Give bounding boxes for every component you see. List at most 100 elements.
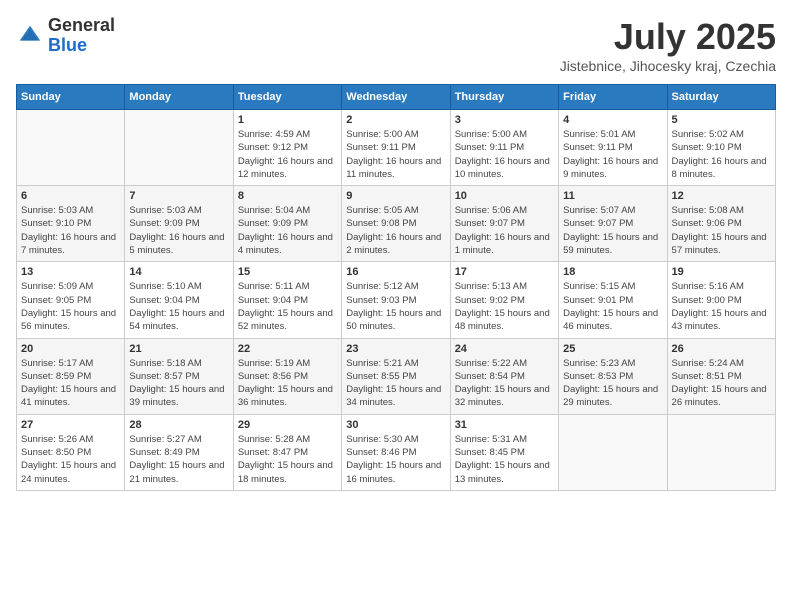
day-number: 19 — [672, 266, 771, 278]
day-number: 24 — [455, 343, 554, 355]
day-number: 3 — [455, 114, 554, 126]
day-info: Sunrise: 5:28 AM Sunset: 8:47 PM Dayligh… — [238, 433, 337, 486]
logo-general-text: General — [48, 16, 115, 36]
calendar-day-cell: 11 Sunrise: 5:07 AM Sunset: 9:07 PM Dayli… — [559, 186, 667, 262]
day-number: 13 — [21, 266, 120, 278]
calendar-day-cell: 3 Sunrise: 5:00 AM Sunset: 9:11 PM Daylig… — [450, 110, 558, 186]
calendar-day-cell: 23Sunrise: 5:21 AM Sunset: 8:55 PM Dayli… — [342, 338, 450, 414]
logo: General Blue — [16, 16, 115, 56]
calendar-day-cell: 4Sunrise: 5:01 AM Sunset: 9:11 PM Daylig… — [559, 110, 667, 186]
day-number: 6 — [21, 190, 120, 202]
calendar-day-cell: 15 Sunrise: 5:11 AM Sunset: 9:04 PM Dayli… — [233, 262, 341, 338]
location-subtitle: Jistebnice, Jihocesky kraj, Czechia — [560, 58, 776, 74]
calendar-day-cell: 1 Sunrise: 4:59 AM Sunset: 9:12 PM Daylig… — [233, 110, 341, 186]
day-number: 28 — [129, 419, 228, 431]
day-number: 11 — [563, 190, 662, 202]
day-info: Sunrise: 5:13 AM Sunset: 9:02 PM Dayligh… — [455, 280, 554, 333]
calendar-day-cell: 16 Sunrise: 5:12 AM Sunset: 9:03 PM Dayli… — [342, 262, 450, 338]
calendar-week-row: 13 Sunrise: 5:09 AM Sunset: 9:05 PM Dayli… — [17, 262, 776, 338]
day-info: Sunrise: 5:06 AM Sunset: 9:07 PM Dayligh… — [455, 204, 554, 257]
calendar-week-row: 20 Sunrise: 5:17 AM Sunset: 8:59 PM Dayli… — [17, 338, 776, 414]
day-info: Sunrise: 5:11 AM Sunset: 9:04 PM Dayligh… — [238, 280, 337, 333]
calendar-day-cell: 7 Sunrise: 5:03 AM Sunset: 9:09 PM Daylig… — [125, 186, 233, 262]
calendar-day-cell: 19 Sunrise: 5:16 AM Sunset: 9:00 PM Dayli… — [667, 262, 775, 338]
day-info: Sunrise: 5:30 AM Sunset: 8:46 PM Dayligh… — [346, 433, 445, 486]
day-info: Sunrise: 5:31 AM Sunset: 8:45 PM Dayligh… — [455, 433, 554, 486]
day-info: Sunrise: 5:00 AM Sunset: 9:11 PM Dayligh… — [455, 128, 554, 181]
day-number: 14 — [129, 266, 228, 278]
month-year-title: July 2025 — [560, 16, 776, 58]
day-number: 23 — [346, 343, 445, 355]
calendar-day-cell: 5Sunrise: 5:02 AM Sunset: 9:10 PM Daylig… — [667, 110, 775, 186]
logo-blue-text: Blue — [48, 36, 115, 56]
calendar-day-cell: 6Sunrise: 5:03 AM Sunset: 9:10 PM Daylig… — [17, 186, 125, 262]
day-number: 2 — [346, 114, 445, 126]
day-number: 29 — [238, 419, 337, 431]
day-info: Sunrise: 5:01 AM Sunset: 9:11 PM Dayligh… — [563, 128, 662, 181]
day-number: 18 — [563, 266, 662, 278]
day-number: 1 — [238, 114, 337, 126]
calendar-day-cell: 28 Sunrise: 5:27 AM Sunset: 8:49 PM Dayli… — [125, 414, 233, 490]
day-info: Sunrise: 5:19 AM Sunset: 8:56 PM Dayligh… — [238, 357, 337, 410]
calendar-day-cell: 21Sunrise: 5:18 AM Sunset: 8:57 PM Dayli… — [125, 338, 233, 414]
day-info: Sunrise: 5:26 AM Sunset: 8:50 PM Dayligh… — [21, 433, 120, 486]
day-number: 25 — [563, 343, 662, 355]
day-info: Sunrise: 5:07 AM Sunset: 9:07 PM Dayligh… — [563, 204, 662, 257]
calendar-day-cell: 22 Sunrise: 5:19 AM Sunset: 8:56 PM Dayli… — [233, 338, 341, 414]
day-number: 15 — [238, 266, 337, 278]
weekday-header: Tuesday — [233, 85, 341, 110]
calendar-day-cell: 20 Sunrise: 5:17 AM Sunset: 8:59 PM Dayli… — [17, 338, 125, 414]
day-number: 31 — [455, 419, 554, 431]
calendar-day-cell: 12Sunrise: 5:08 AM Sunset: 9:06 PM Dayli… — [667, 186, 775, 262]
day-number: 7 — [129, 190, 228, 202]
calendar-day-cell — [125, 110, 233, 186]
day-number: 16 — [346, 266, 445, 278]
logo-icon — [16, 22, 44, 50]
calendar-day-cell: 8Sunrise: 5:04 AM Sunset: 9:09 PM Daylig… — [233, 186, 341, 262]
day-info: Sunrise: 5:02 AM Sunset: 9:10 PM Dayligh… — [672, 128, 771, 181]
calendar-day-cell: 27Sunrise: 5:26 AM Sunset: 8:50 PM Dayli… — [17, 414, 125, 490]
calendar-day-cell: 30Sunrise: 5:30 AM Sunset: 8:46 PM Dayli… — [342, 414, 450, 490]
day-info: Sunrise: 5:12 AM Sunset: 9:03 PM Dayligh… — [346, 280, 445, 333]
day-info: Sunrise: 5:03 AM Sunset: 9:09 PM Dayligh… — [129, 204, 228, 257]
day-info: Sunrise: 5:08 AM Sunset: 9:06 PM Dayligh… — [672, 204, 771, 257]
weekday-header: Friday — [559, 85, 667, 110]
calendar-day-cell: 26Sunrise: 5:24 AM Sunset: 8:51 PM Dayli… — [667, 338, 775, 414]
calendar-table: SundayMondayTuesdayWednesdayThursdayFrid… — [16, 84, 776, 491]
calendar-day-cell: 24 Sunrise: 5:22 AM Sunset: 8:54 PM Dayli… — [450, 338, 558, 414]
day-info: Sunrise: 5:17 AM Sunset: 8:59 PM Dayligh… — [21, 357, 120, 410]
day-info: Sunrise: 5:16 AM Sunset: 9:00 PM Dayligh… — [672, 280, 771, 333]
weekday-header: Wednesday — [342, 85, 450, 110]
calendar-day-cell: 9 Sunrise: 5:05 AM Sunset: 9:08 PM Daylig… — [342, 186, 450, 262]
calendar-day-cell: 31 Sunrise: 5:31 AM Sunset: 8:45 PM Dayli… — [450, 414, 558, 490]
day-info: Sunrise: 5:05 AM Sunset: 9:08 PM Dayligh… — [346, 204, 445, 257]
page-header: General Blue July 2025 Jistebnice, Jihoc… — [16, 16, 776, 74]
calendar-day-cell: 17Sunrise: 5:13 AM Sunset: 9:02 PM Dayli… — [450, 262, 558, 338]
day-info: Sunrise: 5:27 AM Sunset: 8:49 PM Dayligh… — [129, 433, 228, 486]
logo-text: General Blue — [48, 16, 115, 56]
calendar-day-cell: 14Sunrise: 5:10 AM Sunset: 9:04 PM Dayli… — [125, 262, 233, 338]
weekday-header-row: SundayMondayTuesdayWednesdayThursdayFrid… — [17, 85, 776, 110]
calendar-day-cell — [667, 414, 775, 490]
calendar-day-cell: 18Sunrise: 5:15 AM Sunset: 9:01 PM Dayli… — [559, 262, 667, 338]
calendar-day-cell: 2Sunrise: 5:00 AM Sunset: 9:11 PM Daylig… — [342, 110, 450, 186]
day-info: Sunrise: 5:04 AM Sunset: 9:09 PM Dayligh… — [238, 204, 337, 257]
day-info: Sunrise: 5:22 AM Sunset: 8:54 PM Dayligh… — [455, 357, 554, 410]
day-number: 9 — [346, 190, 445, 202]
day-number: 22 — [238, 343, 337, 355]
calendar-day-cell: 10Sunrise: 5:06 AM Sunset: 9:07 PM Dayli… — [450, 186, 558, 262]
day-number: 20 — [21, 343, 120, 355]
calendar-day-cell — [559, 414, 667, 490]
day-info: Sunrise: 5:09 AM Sunset: 9:05 PM Dayligh… — [21, 280, 120, 333]
day-info: Sunrise: 5:23 AM Sunset: 8:53 PM Dayligh… — [563, 357, 662, 410]
day-info: Sunrise: 4:59 AM Sunset: 9:12 PM Dayligh… — [238, 128, 337, 181]
weekday-header: Sunday — [17, 85, 125, 110]
calendar-day-cell: 29 Sunrise: 5:28 AM Sunset: 8:47 PM Dayli… — [233, 414, 341, 490]
weekday-header: Thursday — [450, 85, 558, 110]
calendar-day-cell: 25 Sunrise: 5:23 AM Sunset: 8:53 PM Dayli… — [559, 338, 667, 414]
day-info: Sunrise: 5:18 AM Sunset: 8:57 PM Dayligh… — [129, 357, 228, 410]
weekday-header: Saturday — [667, 85, 775, 110]
calendar-week-row: 27Sunrise: 5:26 AM Sunset: 8:50 PM Dayli… — [17, 414, 776, 490]
title-block: July 2025 Jistebnice, Jihocesky kraj, Cz… — [560, 16, 776, 74]
calendar-week-row: 1 Sunrise: 4:59 AM Sunset: 9:12 PM Daylig… — [17, 110, 776, 186]
